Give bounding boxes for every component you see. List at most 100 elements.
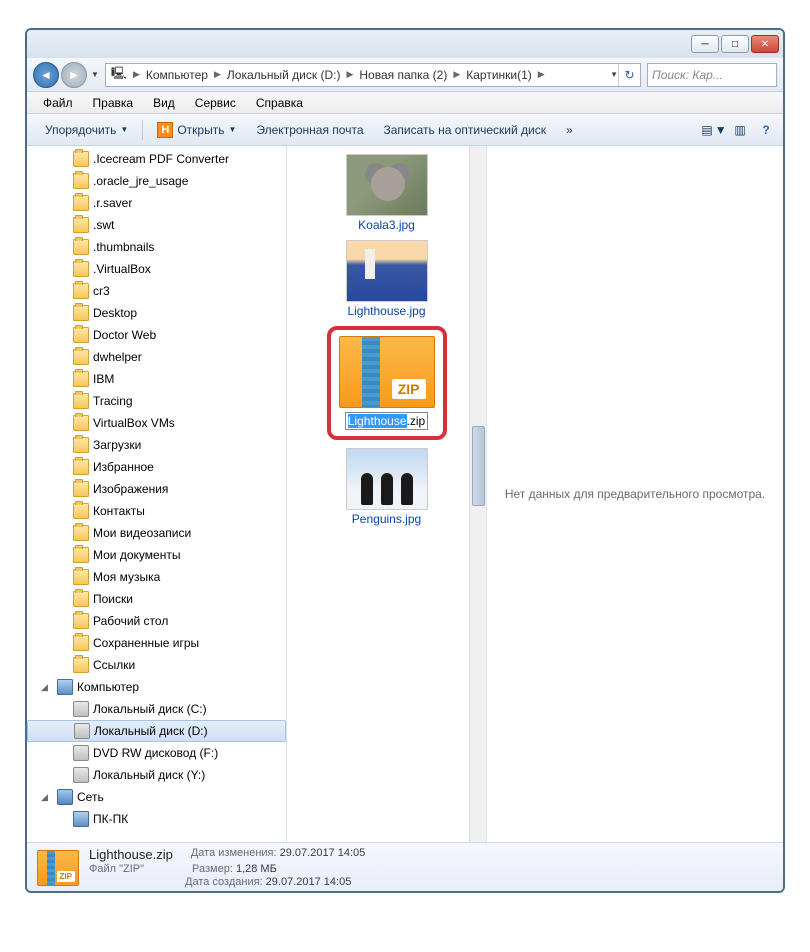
tree-item[interactable]: Поиски: [27, 588, 286, 610]
tree-item[interactable]: Сохраненные игры: [27, 632, 286, 654]
chevron-right-icon[interactable]: ▶: [132, 69, 141, 80]
rename-input[interactable]: Lighthouse.zip: [345, 412, 428, 430]
burn-button[interactable]: Записать на оптический диск: [374, 123, 557, 137]
chevron-right-icon[interactable]: ▶: [452, 69, 461, 80]
search-placeholder: Поиск: Кар...: [652, 68, 723, 82]
tree-item[interactable]: .oracle_jre_usage: [27, 170, 286, 192]
open-button[interactable]: H Открыть▼: [147, 122, 246, 138]
breadcrumb-item[interactable]: Новая папка (2): [354, 68, 452, 82]
tree-item[interactable]: .r.saver: [27, 192, 286, 214]
forward-button[interactable]: ►: [61, 62, 87, 88]
tree-drive[interactable]: Локальный диск (C:): [27, 698, 286, 720]
menu-edit[interactable]: Правка: [83, 96, 144, 110]
zip-icon: [339, 336, 435, 408]
status-created-label: Дата создания:: [185, 876, 263, 888]
tree-item[interactable]: Изображения: [27, 478, 286, 500]
collapse-icon[interactable]: ◢: [41, 682, 48, 693]
tree-item[interactable]: Ссылки: [27, 654, 286, 676]
tree-item[interactable]: Загрузки: [27, 434, 286, 456]
chevron-right-icon[interactable]: ▶: [213, 69, 222, 80]
file-item-selected[interactable]: Lighthouse.zip: [327, 326, 447, 440]
tree-item[interactable]: Рабочий стол: [27, 610, 286, 632]
tree-computer[interactable]: ◢Компьютер: [27, 676, 286, 698]
thumbnail-koala: [346, 154, 428, 216]
body: .Icecream PDF Converter .oracle_jre_usag…: [27, 146, 783, 842]
toolbar: Упорядочить▼ H Открыть▼ Электронная почт…: [27, 114, 783, 146]
more-button[interactable]: »: [556, 123, 583, 137]
dvd-icon: [73, 745, 89, 761]
status-bar: Lighthouse.zip Дата изменения: 29.07.201…: [27, 842, 783, 892]
file-item[interactable]: Lighthouse.jpg: [327, 240, 447, 318]
file-item[interactable]: Koala3.jpg: [327, 154, 447, 232]
file-item[interactable]: Penguins.jpg: [327, 448, 447, 526]
folder-icon: [73, 613, 89, 629]
view-options-icon[interactable]: ▤▼: [705, 121, 723, 139]
scrollbar[interactable]: [469, 146, 486, 842]
tree-drive-selected[interactable]: Локальный диск (D:): [27, 720, 286, 742]
menu-tools[interactable]: Сервис: [185, 96, 246, 110]
tree-item[interactable]: Tracing: [27, 390, 286, 412]
status-created: 29.07.2017 14:05: [266, 876, 352, 888]
close-button[interactable]: ✕: [751, 35, 779, 53]
folder-icon: [73, 459, 89, 475]
drive-icon: [73, 701, 89, 717]
search-input[interactable]: Поиск: Кар...: [647, 63, 777, 87]
address-dropdown[interactable]: ▼: [610, 70, 618, 79]
tree-item[interactable]: Моя музыка: [27, 566, 286, 588]
menu-bar: Файл Правка Вид Сервис Справка: [27, 92, 783, 114]
breadcrumb-item[interactable]: Картинки(1): [461, 68, 537, 82]
breadcrumb-item[interactable]: Локальный диск (D:): [222, 68, 346, 82]
tree-network[interactable]: ◢Сеть: [27, 786, 286, 808]
file-label: Koala3.jpg: [358, 218, 415, 232]
tree-item[interactable]: .swt: [27, 214, 286, 236]
menu-help[interactable]: Справка: [246, 96, 313, 110]
preview-pane-icon[interactable]: ▥: [731, 121, 749, 139]
tree-item[interactable]: dwhelper: [27, 346, 286, 368]
tree-item[interactable]: cr3: [27, 280, 286, 302]
status-modified-label: Дата изменения:: [191, 847, 277, 859]
tree-item[interactable]: Избранное: [27, 456, 286, 478]
chevron-right-icon[interactable]: ▶: [345, 69, 354, 80]
help-icon[interactable]: ?: [757, 121, 775, 139]
tree-item[interactable]: Мои документы: [27, 544, 286, 566]
folder-icon: [73, 437, 89, 453]
network-icon: [57, 789, 73, 805]
folder-icon: [73, 635, 89, 651]
tree-item[interactable]: IBM: [27, 368, 286, 390]
folder-icon: [73, 503, 89, 519]
tree-item[interactable]: Desktop: [27, 302, 286, 324]
tree-item[interactable]: .VirtualBox: [27, 258, 286, 280]
tree-drive[interactable]: DVD RW дисковод (F:): [27, 742, 286, 764]
organize-button[interactable]: Упорядочить▼: [35, 123, 138, 137]
scrollbar-handle[interactable]: [472, 426, 485, 506]
breadcrumb-root-icon[interactable]: 🖳: [106, 64, 132, 85]
tree-drive[interactable]: Локальный диск (Y:): [27, 764, 286, 786]
tree-item[interactable]: .thumbnails: [27, 236, 286, 258]
minimize-button[interactable]: ─: [691, 35, 719, 53]
maximize-button[interactable]: □: [721, 35, 749, 53]
back-button[interactable]: ◄: [33, 62, 59, 88]
explorer-window: ─ □ ✕ ◄ ► ▼ 🖳 ▶ Компьютер ▶ Локальный ди…: [25, 28, 785, 893]
tree-item[interactable]: Контакты: [27, 500, 286, 522]
menu-view[interactable]: Вид: [143, 96, 185, 110]
refresh-button[interactable]: ↻: [618, 63, 640, 87]
collapse-icon[interactable]: ◢: [41, 792, 48, 803]
nav-history-dropdown[interactable]: ▼: [91, 70, 99, 79]
folder-icon: [73, 371, 89, 387]
tree-item[interactable]: VirtualBox VMs: [27, 412, 286, 434]
drive-icon: [73, 767, 89, 783]
email-button[interactable]: Электронная почта: [246, 123, 373, 137]
tree-item[interactable]: .Icecream PDF Converter: [27, 148, 286, 170]
computer-icon: [73, 811, 89, 827]
tree-item[interactable]: Мои видеозаписи: [27, 522, 286, 544]
address-bar[interactable]: 🖳 ▶ Компьютер ▶ Локальный диск (D:) ▶ Но…: [105, 63, 641, 87]
folder-icon: [73, 481, 89, 497]
file-list[interactable]: Koala3.jpg Lighthouse.jpg Lighthouse.zip…: [287, 146, 487, 842]
folder-tree[interactable]: .Icecream PDF Converter .oracle_jre_usag…: [27, 146, 287, 842]
tree-item[interactable]: Doctor Web: [27, 324, 286, 346]
menu-file[interactable]: Файл: [33, 96, 83, 110]
breadcrumb-item[interactable]: Компьютер: [141, 68, 213, 82]
chevron-right-icon[interactable]: ▶: [537, 69, 546, 80]
tree-pc[interactable]: ПК-ПК: [27, 808, 286, 830]
titlebar: ─ □ ✕: [27, 30, 783, 58]
